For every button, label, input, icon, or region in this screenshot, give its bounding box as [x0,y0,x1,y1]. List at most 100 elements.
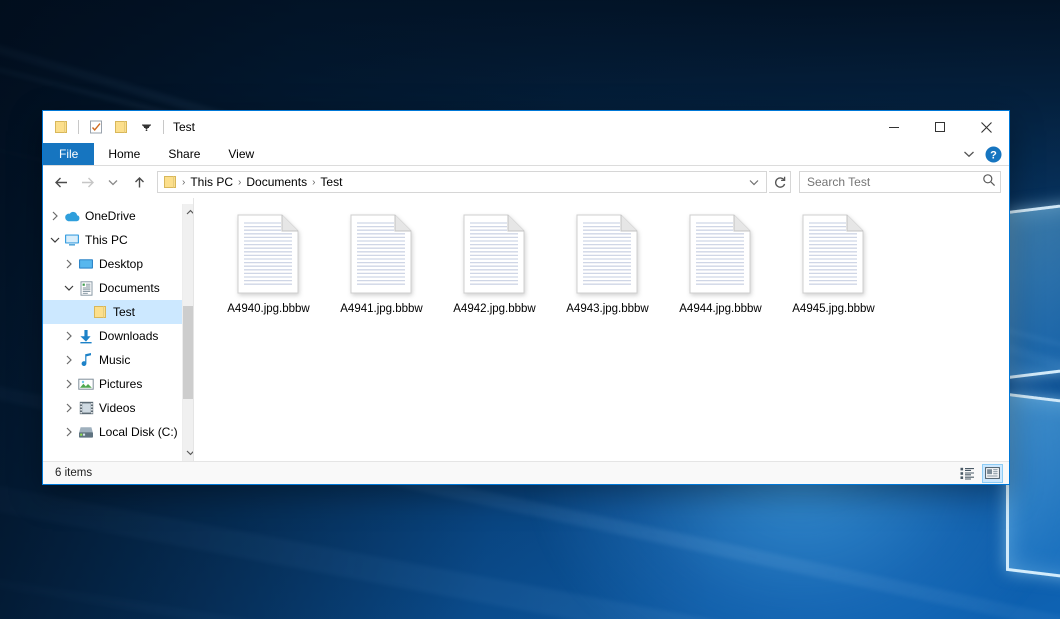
chevron-right-icon[interactable] [61,424,77,440]
sidebar-item-documents[interactable]: Documents [43,276,182,300]
address-bar-tools [744,172,764,192]
search-box[interactable] [799,171,1001,193]
generic-document-icon [689,214,753,294]
breadcrumb-test[interactable]: Test [317,175,345,189]
chevron-down-icon[interactable] [47,232,63,248]
sidebar-item-pictures[interactable]: Pictures [43,372,182,396]
properties-icon[interactable] [85,116,107,138]
scroll-up-arrow-icon[interactable] [182,204,194,221]
file-item[interactable]: A4940.jpg.bbbw [212,210,325,315]
scroll-down-arrow-icon[interactable] [182,444,194,461]
file-item[interactable]: A4944.jpg.bbbw [664,210,777,315]
pictures-icon [77,378,95,391]
folder-tree: OneDrive This PC [43,204,182,461]
sidebar-item-label: This PC [85,233,128,247]
file-grid: A4940.jpg.bbbw A4941.jpg.bbbw A4942.jpg.bb… [194,210,1009,315]
file-list-view[interactable]: A4940.jpg.bbbw A4941.jpg.bbbw A4942.jpg.bb… [194,198,1009,461]
up-button[interactable] [127,170,151,194]
desktop-wallpaper: Test File Home Share View [0,0,1060,619]
generic-document-icon [237,214,301,294]
recent-locations-button[interactable] [101,170,125,194]
folder-icon [91,305,109,319]
sidebar-item-local-disk-c[interactable]: Local Disk (C:) [43,420,182,444]
tab-file[interactable]: File [43,143,94,165]
explorer-body: OneDrive This PC [43,198,1009,461]
chevron-right-icon[interactable] [61,352,77,368]
refresh-button[interactable] [769,171,791,193]
file-name-label: A4945.jpg.bbbw [792,303,874,315]
help-icon[interactable]: ? [982,143,1004,165]
sidebar-item-label: Music [99,353,130,367]
sidebar-item-label: Videos [99,401,135,415]
large-icons-view-button[interactable] [982,464,1003,483]
navigation-pane-scrollbar[interactable] [182,204,194,461]
chevron-down-icon[interactable] [744,172,764,192]
folder-icon[interactable] [50,116,72,138]
file-name-label: A4943.jpg.bbbw [566,303,648,315]
sidebar-item-desktop[interactable]: Desktop [43,252,182,276]
sidebar-item-label: Pictures [99,377,142,391]
title-bar: Test [43,111,1009,143]
address-bar[interactable]: › This PC › Documents › Test [157,171,767,193]
generic-document-icon [802,214,866,294]
local-disk-icon [77,426,95,439]
chevron-down-icon[interactable] [61,280,77,296]
chevron-down-icon[interactable] [958,143,980,165]
sidebar-item-label: Desktop [99,257,143,271]
sidebar-item-onedrive[interactable]: OneDrive [43,204,182,228]
file-item[interactable]: A4941.jpg.bbbw [325,210,438,315]
music-note-icon [77,353,95,368]
desktop-icon [77,258,95,271]
file-name-label: A4940.jpg.bbbw [227,303,309,315]
back-button[interactable] [49,170,73,194]
file-item[interactable]: A4942.jpg.bbbw [438,210,551,315]
windows-logo-pane [1006,393,1060,582]
sidebar-item-this-pc[interactable]: This PC [43,228,182,252]
minimize-button[interactable] [871,111,917,143]
tab-home[interactable]: Home [94,143,154,165]
file-name-label: A4944.jpg.bbbw [679,303,761,315]
tab-view[interactable]: View [214,143,268,165]
quick-access-toolbar [43,111,167,143]
this-pc-icon [63,233,81,247]
navigation-pane: OneDrive This PC [43,198,194,461]
scrollbar-thumb[interactable] [183,306,194,400]
breadcrumb-this-pc[interactable]: This PC [187,175,236,189]
ribbon-right-controls: ? [958,143,1009,165]
generic-document-icon [576,214,640,294]
ribbon-tab-strip: File Home Share View ? [43,143,1009,166]
sidebar-item-videos[interactable]: Videos [43,396,182,420]
view-mode-buttons [957,464,1003,483]
chevron-right-icon[interactable] [61,400,77,416]
chevron-right-icon[interactable] [47,208,63,224]
scrollbar-track[interactable] [182,221,194,444]
file-item[interactable]: A4943.jpg.bbbw [551,210,664,315]
videos-film-icon [77,401,95,415]
toolbar-separator [163,120,164,134]
svg-text:?: ? [990,149,997,161]
breadcrumb-separator: › [180,177,187,188]
search-input[interactable] [807,175,982,189]
breadcrumb-documents[interactable]: Documents [243,175,310,189]
chevron-right-icon[interactable] [61,256,77,272]
close-button[interactable] [963,111,1009,143]
chevron-down-icon[interactable] [135,116,157,138]
sidebar-item-downloads[interactable]: Downloads [43,324,182,348]
details-view-button[interactable] [957,464,978,483]
chevron-right-icon[interactable] [61,328,77,344]
chevron-right-icon[interactable] [61,376,77,392]
sidebar-item-test[interactable]: Test [43,300,182,324]
new-folder-icon[interactable] [110,116,132,138]
breadcrumb-separator: › [310,177,317,188]
search-icon[interactable] [982,173,996,192]
window-title: Test [173,120,195,134]
maximize-button[interactable] [917,111,963,143]
file-item[interactable]: A4945.jpg.bbbw [777,210,890,315]
toolbar-separator [78,120,79,134]
file-name-label: A4941.jpg.bbbw [340,303,422,315]
generic-document-icon [350,214,414,294]
windows-logo-pane [1006,201,1060,380]
sidebar-item-music[interactable]: Music [43,348,182,372]
forward-button [75,170,99,194]
tab-share[interactable]: Share [154,143,214,165]
